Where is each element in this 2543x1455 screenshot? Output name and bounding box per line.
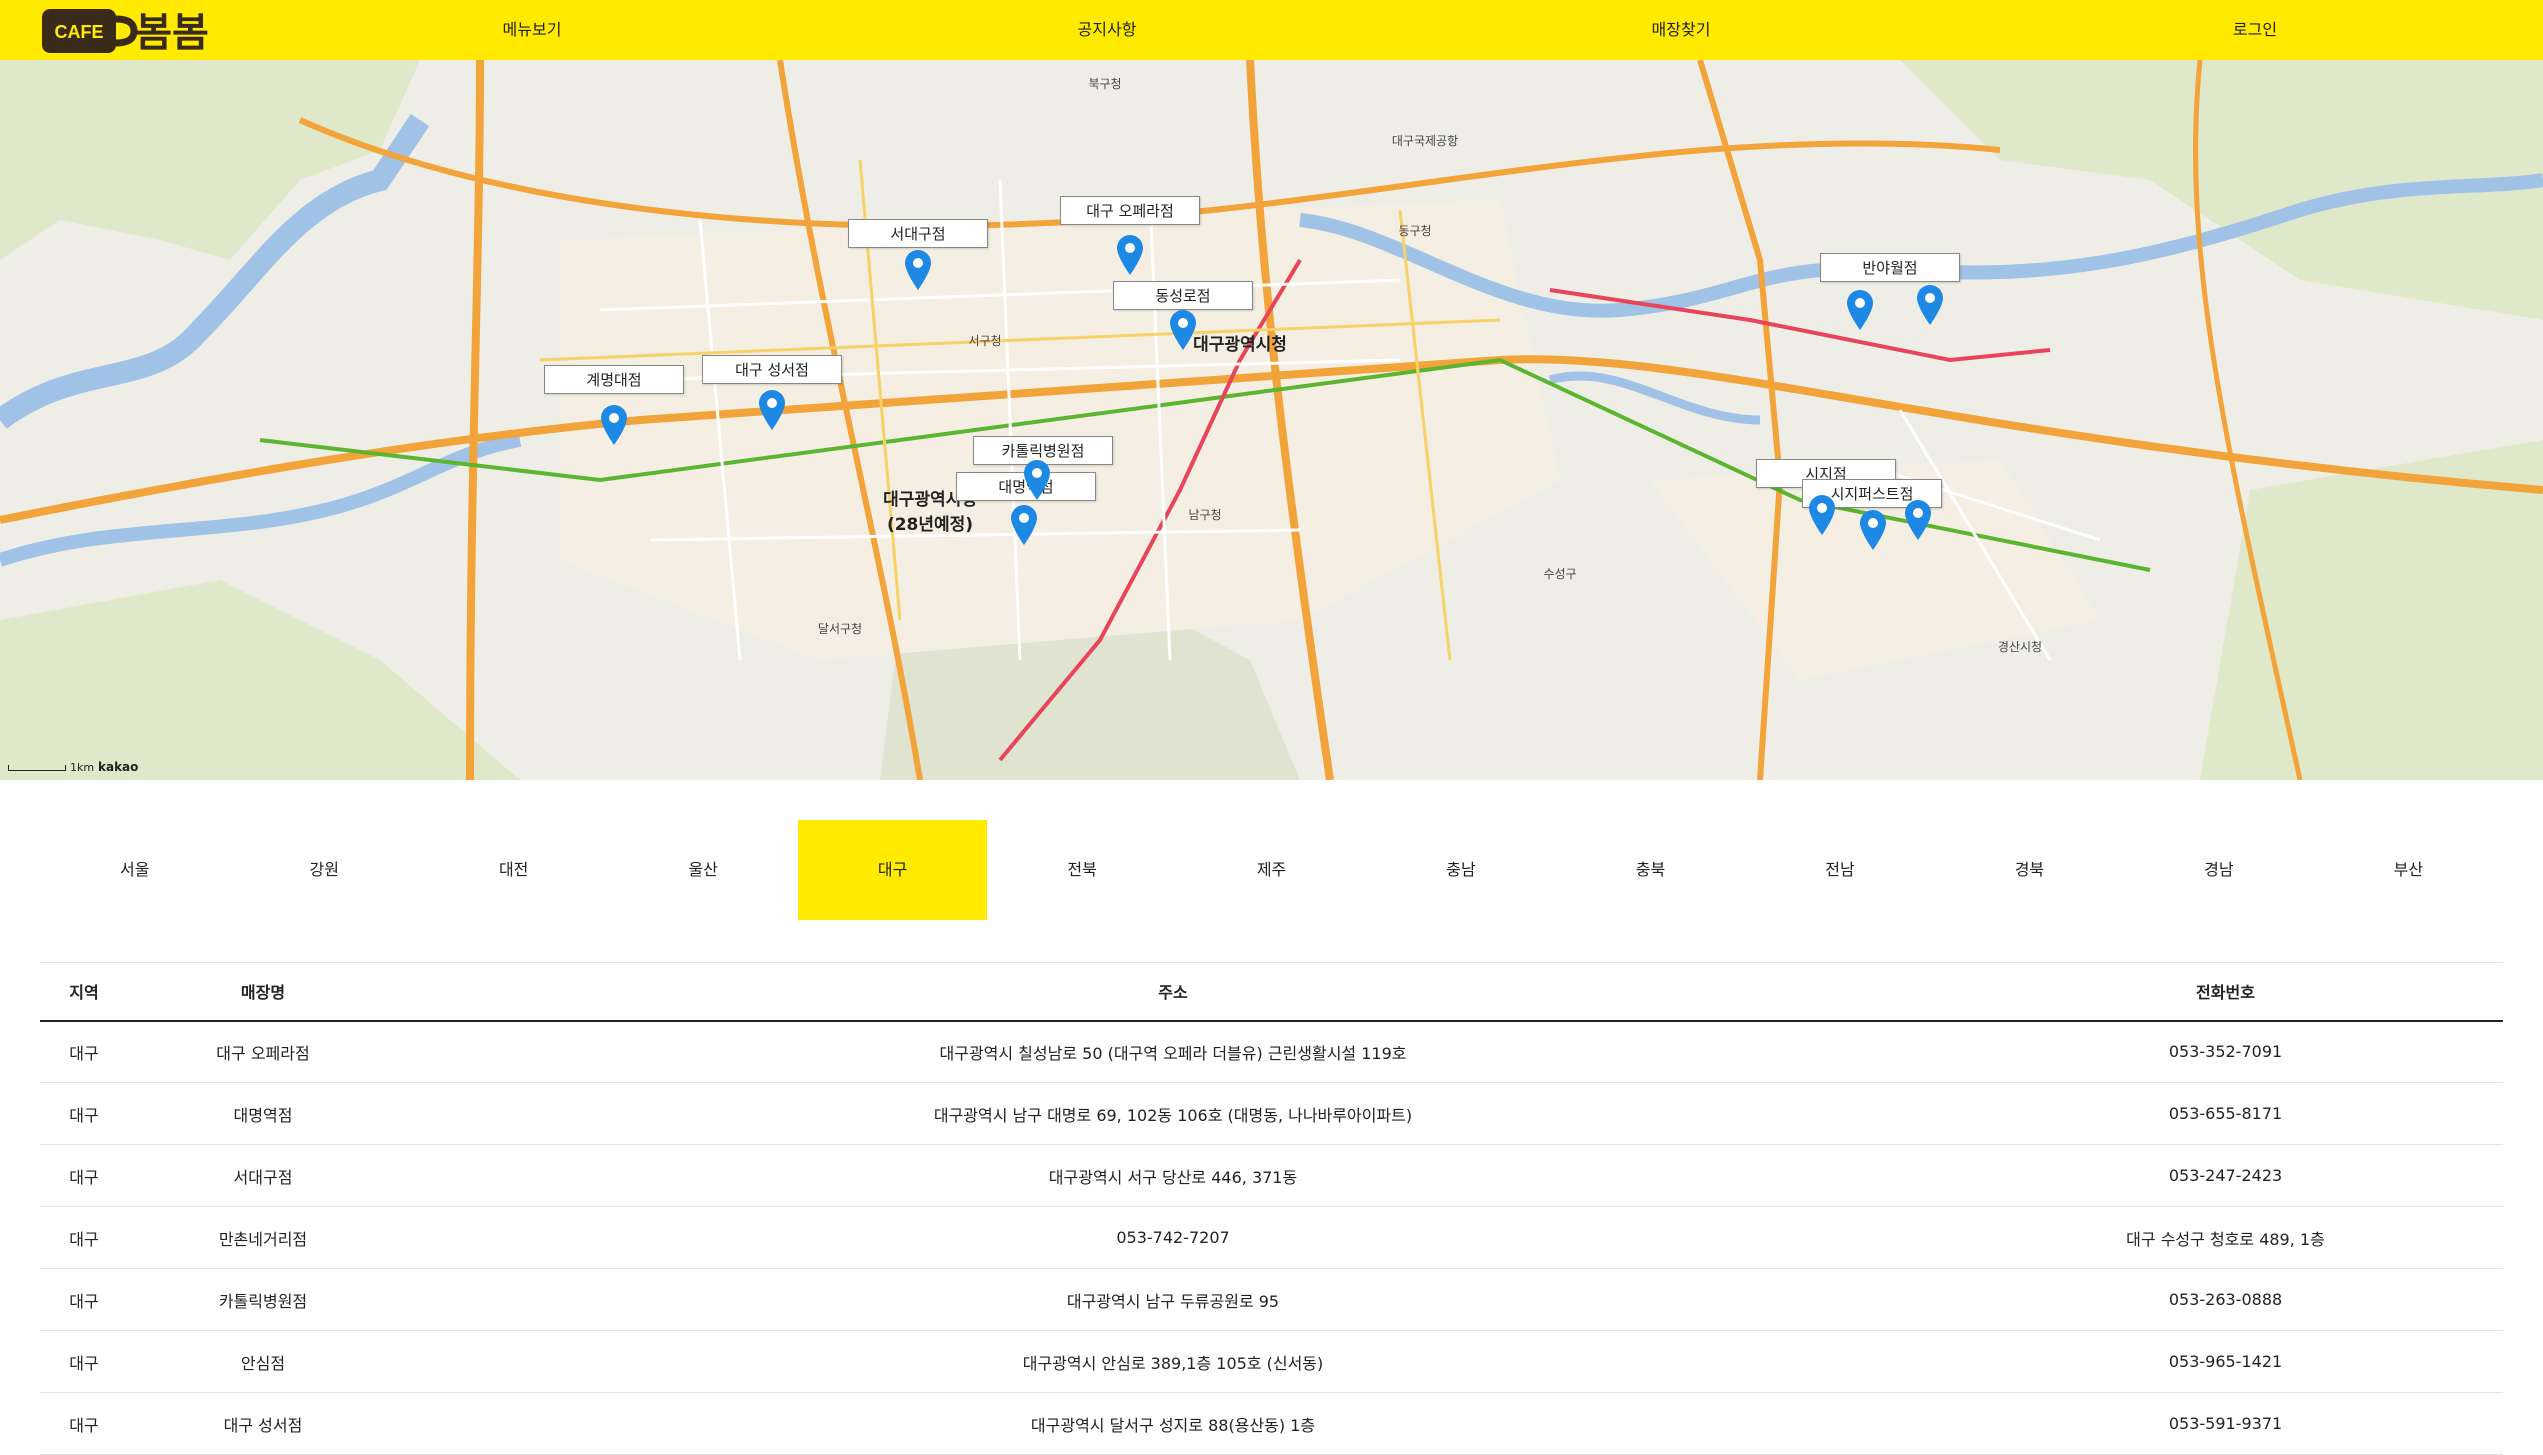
- map-marker-icon[interactable]: [1809, 495, 1835, 535]
- nav-notice[interactable]: 공지사항: [1078, 0, 1137, 60]
- cell-phone: 053-965-1421: [1948, 1330, 2503, 1393]
- cell-store-name: 안심점: [128, 1330, 398, 1393]
- nav-login[interactable]: 로그인: [2233, 0, 2277, 60]
- map-marker-icon[interactable]: [1917, 285, 1943, 325]
- cell-region: 대구: [40, 1144, 128, 1207]
- table-row[interactable]: 대구 서대구점 대구광역시 서구 당산로 446, 371동 053-247-2…: [40, 1144, 2503, 1207]
- cell-phone: 053-591-9371: [1948, 1392, 2503, 1455]
- map-place-bukgu: 북구청: [1088, 77, 1122, 91]
- table-row[interactable]: 대구 안심점 대구광역시 안심로 389,1층 105호 (신서동) 053-9…: [40, 1330, 2503, 1393]
- map-marker-icon[interactable]: [1117, 235, 1143, 275]
- map-place-namgu: 남구청: [1188, 508, 1222, 522]
- cell-phone: 대구 수성구 청호로 489, 1층: [1948, 1206, 2503, 1269]
- map-place-seogu: 서구청: [968, 334, 1002, 348]
- cell-address: 대구광역시 달서구 성지로 88(용산동) 1층: [398, 1392, 1948, 1455]
- cell-region: 대구: [40, 1268, 128, 1331]
- cell-region: 대구: [40, 1020, 128, 1083]
- map-marker-icon[interactable]: [1024, 460, 1050, 500]
- tab-gyeongnam[interactable]: 경남: [2124, 820, 2313, 920]
- tab-daegu[interactable]: 대구: [797, 820, 988, 920]
- tab-daejeon[interactable]: 대전: [419, 820, 608, 920]
- map-marker-icon[interactable]: [905, 250, 931, 290]
- cafe-bombom-logo[interactable]: CAFE 봄봄: [40, 3, 210, 59]
- cell-store-name: 서대구점: [128, 1144, 398, 1207]
- map-place-gyeongsan: 경산시청: [1997, 640, 2043, 654]
- table-row[interactable]: 대구 대구 오페라점 대구광역시 칠성남로 50 (대구역 오페라 더블유) 근…: [40, 1020, 2503, 1083]
- map-marker-icon[interactable]: [1170, 310, 1196, 350]
- map-marker-icon[interactable]: [1847, 290, 1873, 330]
- tab-chungbuk[interactable]: 충북: [1556, 820, 1745, 920]
- map-marker-icon[interactable]: [1905, 500, 1931, 540]
- tab-ulsan[interactable]: 울산: [608, 820, 797, 920]
- kakao-logo: kakao: [98, 760, 139, 774]
- cell-region: 대구: [40, 1206, 128, 1269]
- header-store-name: 매장명: [128, 962, 398, 1022]
- map-place-airport: 대구국제공항: [1391, 134, 1459, 148]
- store-table: 지역 매장명 주소 전화번호 대구 대구 오페라점 대구광역시 칠성남로 50 …: [40, 962, 2503, 1455]
- map-marker-icon[interactable]: [759, 390, 785, 430]
- cell-address: 053-742-7207: [398, 1206, 1948, 1269]
- map-marker-icon[interactable]: [1860, 510, 1886, 550]
- store-label-seodaegu[interactable]: 서대구점: [848, 219, 988, 248]
- top-header: CAFE 봄봄 메뉴보기 공지사항 매장찾기 로그인: [0, 0, 2543, 60]
- cell-phone: 053-247-2423: [1948, 1144, 2503, 1207]
- cell-store-name: 대구 성서점: [128, 1392, 398, 1455]
- tab-seoul[interactable]: 서울: [40, 820, 229, 920]
- cell-store-name: 대명역점: [128, 1082, 398, 1145]
- cell-store-name: 카톨릭병원점: [128, 1268, 398, 1331]
- map-place-donggu: 동구청: [1398, 224, 1432, 238]
- tab-busan[interactable]: 부산: [2314, 820, 2503, 920]
- cell-address: 대구광역시 남구 두류공원로 95: [398, 1268, 1948, 1331]
- map-marker-icon[interactable]: [601, 405, 627, 445]
- table-header-row: 지역 매장명 주소 전화번호: [40, 962, 2503, 1022]
- cell-region: 대구: [40, 1392, 128, 1455]
- nav-store-finder[interactable]: 매장찾기: [1652, 0, 1711, 60]
- tab-jeonbuk[interactable]: 전북: [987, 820, 1176, 920]
- header-region: 지역: [40, 962, 128, 1022]
- region-tabs: 서울 강원 대전 울산 대구 전북 제주 충남 충북 전남 경북 경남 부산: [40, 820, 2503, 920]
- map-marker-icon[interactable]: [1011, 505, 1037, 545]
- cell-address: 대구광역시 서구 당산로 446, 371동: [398, 1144, 1948, 1207]
- cell-phone: 053-655-8171: [1948, 1082, 2503, 1145]
- table-row[interactable]: 대구 만촌네거리점 053-742-7207 대구 수성구 청호로 489, 1…: [40, 1206, 2503, 1269]
- map-place-suseong: 수성구: [1543, 567, 1577, 581]
- store-label-dongseongro[interactable]: 동성로점: [1113, 281, 1253, 310]
- cell-address: 대구광역시 안심로 389,1층 105호 (신서동): [398, 1330, 1948, 1393]
- map-scale: 1km: [8, 761, 94, 774]
- table-row[interactable]: 대구 대구 성서점 대구광역시 달서구 성지로 88(용산동) 1층 053-5…: [40, 1392, 2503, 1455]
- nav-menu[interactable]: 메뉴보기: [503, 0, 562, 60]
- map-place-dalseogu: 달서구청: [817, 622, 863, 636]
- cell-region: 대구: [40, 1082, 128, 1145]
- header-phone: 전화번호: [1948, 962, 2503, 1022]
- cell-store-name: 대구 오페라점: [128, 1020, 398, 1083]
- cell-phone: 053-263-0888: [1948, 1268, 2503, 1331]
- header-address: 주소: [398, 962, 1948, 1022]
- store-label-seongseo[interactable]: 대구 성서점: [702, 355, 842, 384]
- tab-chungnam[interactable]: 충남: [1366, 820, 1555, 920]
- map-place-city-hall: 대구광역시청: [1193, 335, 1287, 355]
- tab-jeonnam[interactable]: 전남: [1745, 820, 1934, 920]
- store-label-banyawol[interactable]: 반야월점: [1820, 253, 1960, 282]
- store-label-keimyung[interactable]: 계명대점: [544, 365, 684, 394]
- cell-address: 대구광역시 칠성남로 50 (대구역 오페라 더블유) 근린생활시설 119호: [398, 1020, 1948, 1083]
- table-row[interactable]: 대구 카톨릭병원점 대구광역시 남구 두류공원로 95 053-263-0888: [40, 1268, 2503, 1331]
- tab-jeju[interactable]: 제주: [1177, 820, 1366, 920]
- store-map[interactable]: 대구광역시청 대구광역시청 (28년예정) 동구청 서구청 남구청 달서구청 수…: [0, 60, 2543, 780]
- cell-phone: 053-352-7091: [1948, 1020, 2503, 1083]
- tab-gangwon[interactable]: 강원: [229, 820, 418, 920]
- cell-region: 대구: [40, 1330, 128, 1393]
- tab-gyeongbuk[interactable]: 경북: [1935, 820, 2124, 920]
- table-row[interactable]: 대구 대명역점 대구광역시 남구 대명로 69, 102동 106호 (대명동,…: [40, 1082, 2503, 1145]
- logo-name-text: 봄봄: [135, 10, 209, 56]
- cell-address: 대구광역시 남구 대명로 69, 102동 106호 (대명동, 나나바루아이파…: [398, 1082, 1948, 1145]
- map-tiles: [0, 60, 2543, 780]
- store-label-opera[interactable]: 대구 오페라점: [1060, 196, 1200, 225]
- logo-cafe-text: CAFE: [55, 22, 104, 42]
- cell-store-name: 만촌네거리점: [128, 1206, 398, 1269]
